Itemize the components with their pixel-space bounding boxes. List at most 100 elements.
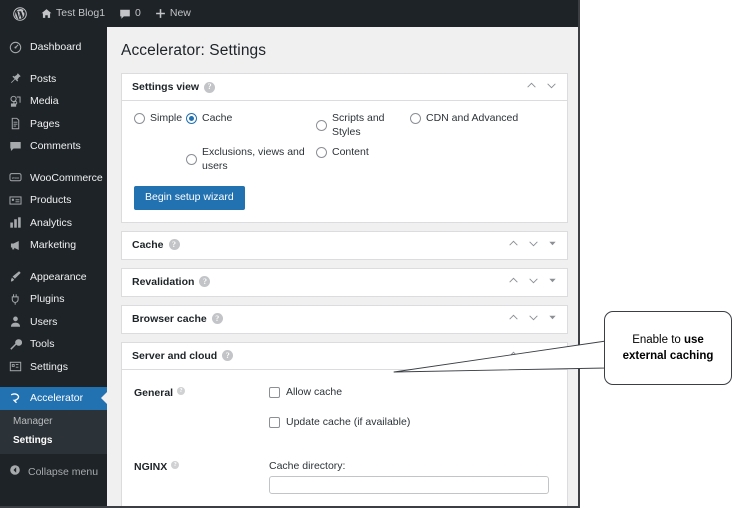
panel-revalidation: Revalidation ? [121, 267, 568, 297]
radio-label: Exclusions, views and users [202, 146, 305, 172]
wordpress-logo-icon [13, 6, 27, 21]
panel-title-label: Browser cache [132, 312, 207, 325]
sidebar-label: Marketing [30, 239, 77, 251]
cache-directory-label: Cache directory: [269, 459, 346, 472]
move-down-icon[interactable] [528, 312, 539, 326]
panel-actions [508, 312, 559, 326]
checkbox-indicator [269, 416, 280, 428]
sidebar-item-accelerator[interactable]: Accelerator [0, 387, 107, 410]
callout-text-plain: Enable to [632, 334, 684, 346]
sidebar-item-media[interactable]: Media [0, 90, 107, 113]
analytics-icon [9, 216, 23, 229]
move-down-icon[interactable] [528, 349, 539, 363]
accelerator-icon [9, 392, 23, 405]
sidebar-label: Appearance [30, 270, 87, 283]
panel-browser-cache-header[interactable]: Browser cache ? [122, 306, 567, 333]
sidebar-item-comments[interactable]: Comments [0, 135, 107, 158]
sidebar-item-plugins[interactable]: Plugins [0, 288, 107, 311]
comments-menu[interactable]: 0 [112, 0, 148, 27]
toggle-panel-icon[interactable] [548, 239, 557, 251]
sidebar-label: Comments [30, 140, 81, 152]
panel-actions [526, 80, 559, 94]
help-icon[interactable]: ? [177, 386, 186, 395]
panel-server-and-cloud-header[interactable]: Server and cloud ? [122, 343, 567, 370]
sidebar-item-posts[interactable]: Posts [0, 68, 107, 91]
move-up-icon[interactable] [508, 275, 519, 289]
radio-option-cache[interactable]: Cache [186, 111, 316, 125]
submenu-item-manager[interactable]: Manager [0, 412, 107, 431]
move-down-icon[interactable] [528, 238, 539, 252]
settings-icon [9, 360, 23, 373]
sidebar-item-appearance[interactable]: Appearance [0, 266, 107, 289]
wrench-icon [9, 338, 23, 351]
nginx-section: NGINX ? Cache directory: Cache levels: [134, 446, 555, 507]
sidebar-item-tools[interactable]: Tools [0, 333, 107, 356]
panel-actions [508, 238, 559, 252]
toggle-panel-icon[interactable] [548, 313, 557, 325]
panel-title-label: Settings view [132, 81, 200, 93]
general-label-group: General ? [134, 386, 269, 446]
sidebar-item-products[interactable]: Products [0, 189, 107, 212]
collapse-menu-button[interactable]: Collapse menu [0, 460, 107, 484]
checkbox-update-cache-if-available[interactable]: Update cache (if available) [269, 416, 555, 429]
panel-revalidation-header[interactable]: Revalidation ? [122, 269, 567, 296]
begin-setup-wizard-button[interactable]: Begin setup wizard [134, 186, 245, 210]
panel-cache-header[interactable]: Cache ? [122, 232, 567, 259]
sidebar-label: WooCommerce [30, 171, 103, 184]
site-name-menu[interactable]: Test Blog1 [34, 0, 112, 27]
panel-actions [508, 275, 559, 289]
sidebar-label: Plugins [30, 293, 65, 305]
radio-row-2: Exclusions, views and users Content [134, 145, 555, 173]
radio-option-exclusions-views-and-users[interactable]: Exclusions, views and users [186, 145, 316, 173]
move-up-icon[interactable] [508, 312, 519, 326]
svg-text:woo: woo [12, 175, 19, 180]
radio-option-content[interactable]: Content [316, 145, 410, 159]
comments-count: 0 [135, 7, 141, 20]
menu-spacer [0, 378, 107, 387]
sidebar-item-settings[interactable]: Settings [0, 356, 107, 379]
site-name-label: Test Blog1 [56, 7, 106, 20]
radio-option-simple[interactable]: Simple [134, 111, 186, 125]
sidebar-item-woocommerce[interactable]: woo WooCommerce [0, 167, 107, 190]
sidebar-label: Analytics [30, 216, 73, 229]
move-up-icon[interactable] [508, 238, 519, 252]
user-icon [9, 315, 23, 328]
menu-spacer [0, 158, 107, 167]
move-up-icon[interactable] [526, 80, 537, 94]
panel-server-and-cloud-body: General ? Allow cache Update cache (if a… [122, 370, 567, 507]
new-content-menu[interactable]: New [148, 0, 198, 27]
submenu-item-settings[interactable]: Settings [0, 431, 107, 450]
radio-option-scripts-and-styles[interactable]: Scripts and Styles [316, 111, 410, 139]
panel-settings-view-header[interactable]: Settings view ? [122, 74, 567, 101]
help-icon[interactable]: ? [168, 239, 180, 250]
sidebar-item-pages[interactable]: Pages [0, 113, 107, 136]
help-icon[interactable]: ? [199, 276, 211, 287]
menu-spacer [0, 257, 107, 266]
panel-actions [508, 349, 559, 363]
help-icon[interactable]: ? [204, 81, 216, 93]
help-icon[interactable]: ? [171, 460, 180, 469]
wp-logo-menu[interactable] [6, 0, 34, 27]
move-down-icon[interactable] [528, 275, 539, 289]
plus-icon [155, 8, 166, 19]
move-up-icon[interactable] [508, 349, 519, 363]
help-icon[interactable]: ? [222, 350, 234, 361]
radio-indicator [186, 153, 197, 165]
sidebar-item-analytics[interactable]: Analytics [0, 212, 107, 235]
toggle-panel-icon[interactable] [548, 350, 557, 362]
checkbox-label: Update cache (if available) [286, 415, 411, 428]
cache-directory-input[interactable] [269, 475, 549, 494]
checkbox-label: Allow cache [286, 385, 343, 398]
sidebar-item-marketing[interactable]: Marketing [0, 234, 107, 257]
move-down-icon[interactable] [546, 80, 557, 94]
radio-option-cdn-and-advanced[interactable]: CDN and Advanced [410, 111, 518, 125]
toggle-panel-icon[interactable] [548, 276, 557, 288]
help-icon[interactable]: ? [211, 313, 223, 324]
nginx-controls: Cache directory: Cache levels: [269, 460, 555, 507]
checkbox-allow-cache[interactable]: Allow cache [269, 386, 555, 399]
checkbox-indicator [269, 386, 280, 398]
sidebar-item-users[interactable]: Users [0, 311, 107, 334]
panel-title-group: Server and cloud ? [132, 350, 234, 362]
sidebar-item-dashboard[interactable]: Dashboard [0, 36, 107, 59]
admin-content-area: Accelerator: Settings Settings view ? Si… [107, 27, 578, 506]
